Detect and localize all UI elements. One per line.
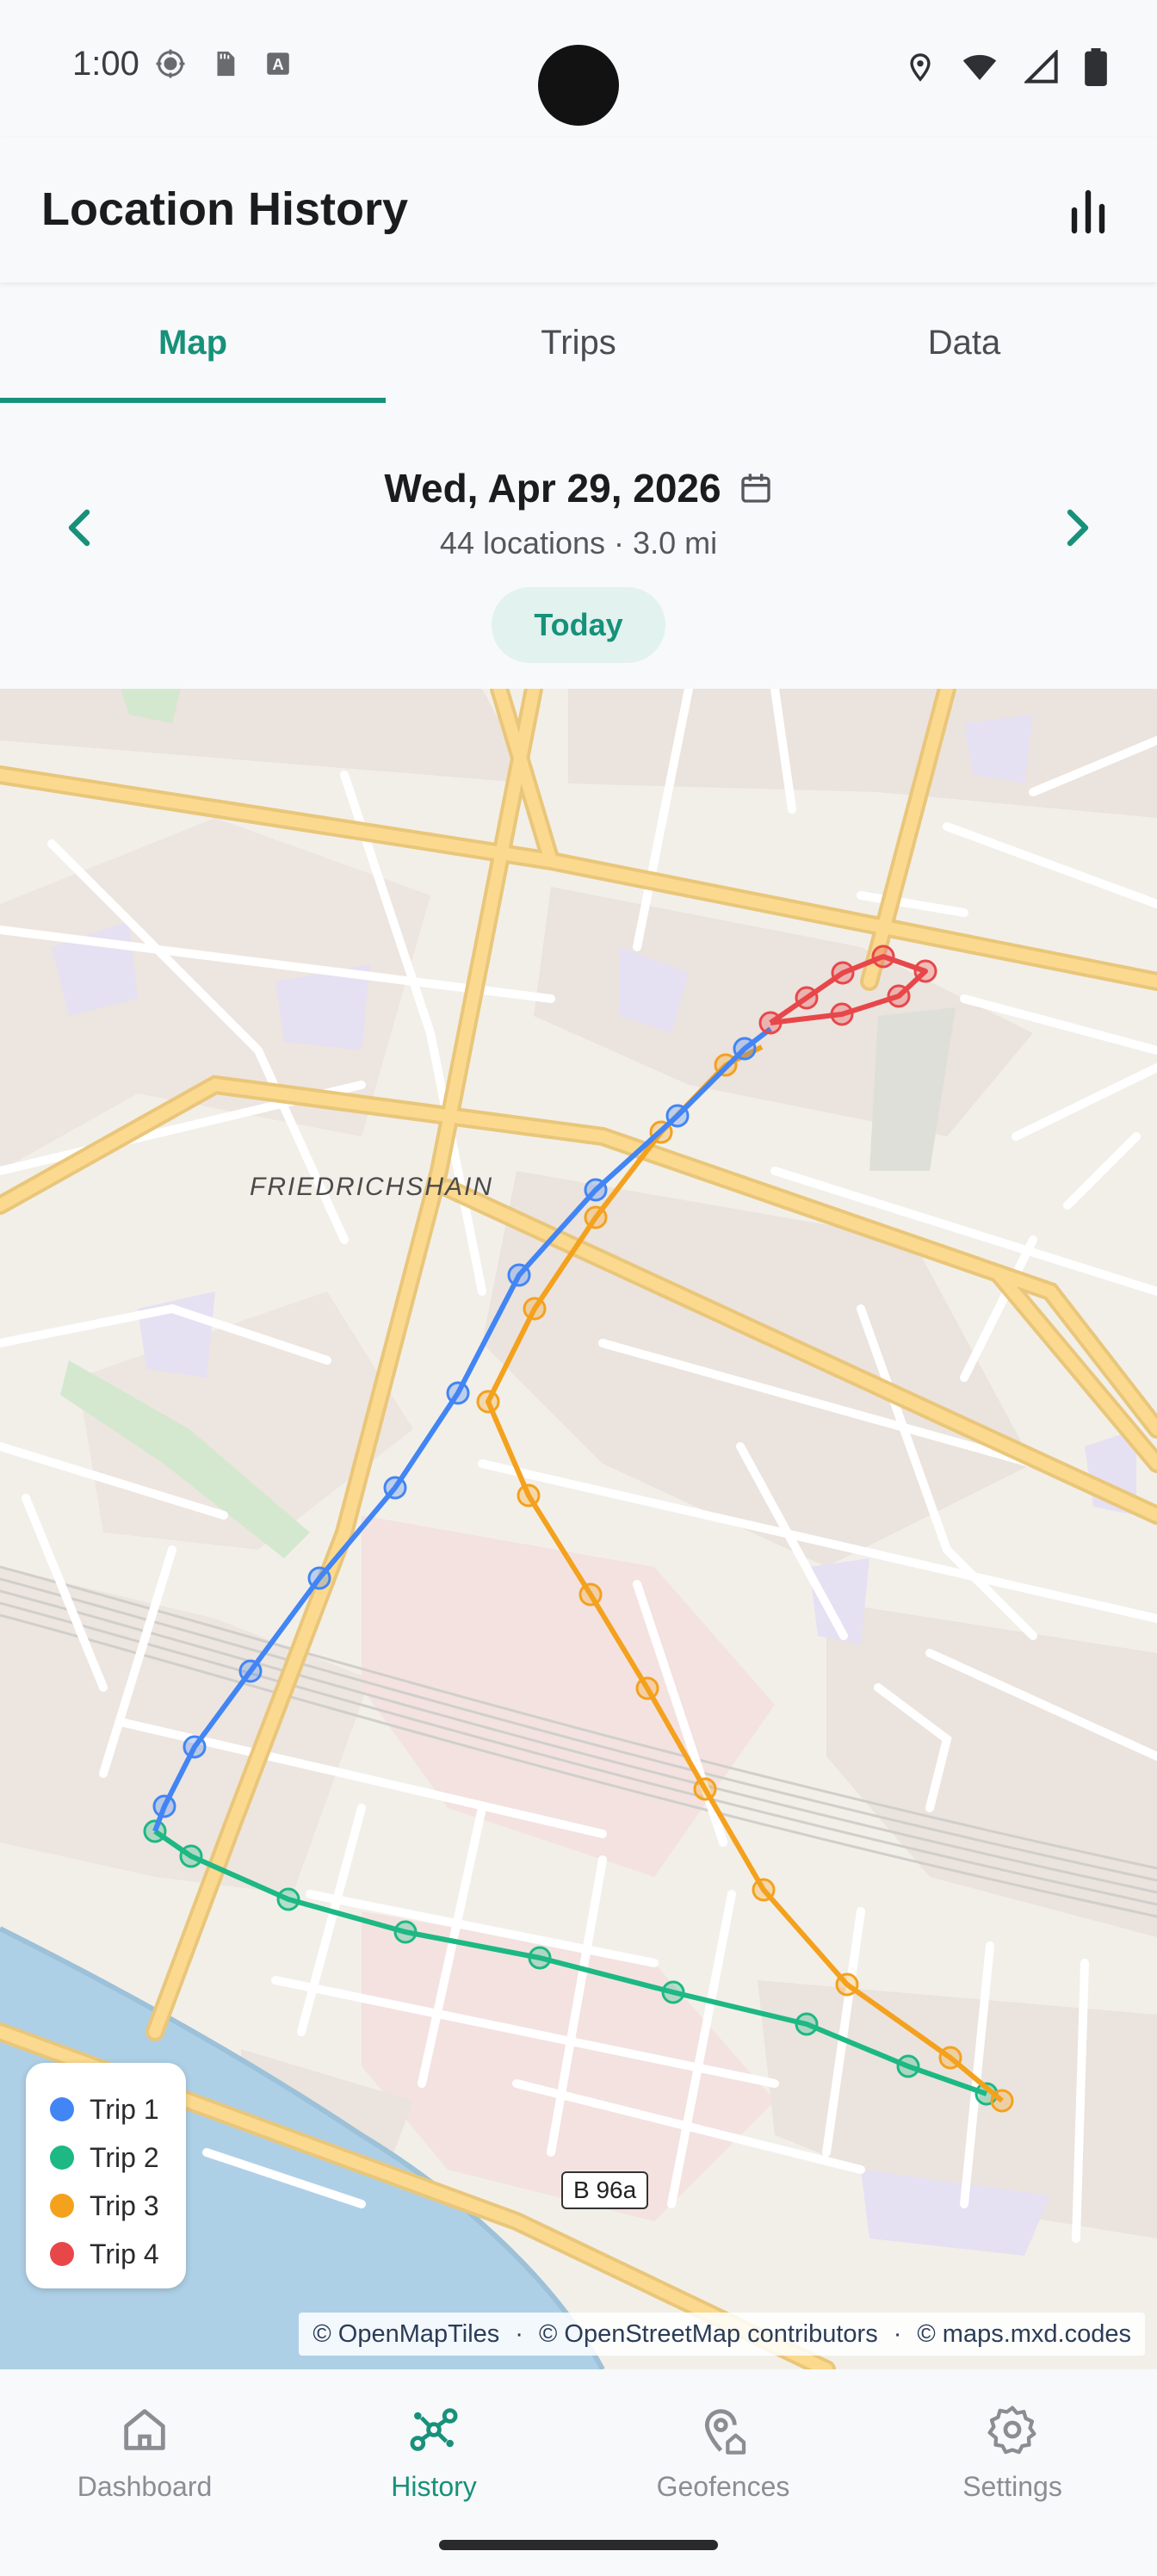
tab-trips[interactable]: Trips [386, 282, 771, 403]
chevron-right-icon [1067, 509, 1089, 547]
attribution-separator: · [515, 2319, 523, 2348]
route-icon [399, 2395, 468, 2464]
sd-card-icon [217, 51, 235, 77]
attribution-link-openmaptiles[interactable]: © OpenMapTiles [312, 2320, 499, 2349]
date-row[interactable]: Wed, Apr 29, 2026 [0, 465, 1157, 511]
tab-bar: Map Trips Data [0, 282, 1157, 403]
tab-map[interactable]: Map [0, 282, 386, 403]
legend-swatch-trip-2 [50, 2146, 74, 2170]
date-navigator: Wed, Apr 29, 2026 44 locations · 3.0 mi … [0, 403, 1157, 689]
legend-item: Trip 1 [50, 2085, 186, 2133]
legend-label: Trip 1 [90, 2093, 159, 2125]
today-button[interactable]: Today [492, 587, 665, 663]
gear-icon [978, 2395, 1047, 2464]
geofence-icon [689, 2395, 758, 2464]
nav-label: Geofences [656, 2471, 790, 2502]
battery-icon [1085, 48, 1107, 86]
status-icons-right [906, 48, 1107, 86]
home-icon [110, 2395, 179, 2464]
legend-item: Trip 4 [50, 2230, 186, 2278]
statistics-button[interactable] [1057, 179, 1119, 241]
location-pin-icon [910, 53, 931, 82]
nav-item-settings[interactable]: Settings [868, 2369, 1157, 2576]
map-attribution: © OpenMapTiles · © OpenStreetMap contrib… [299, 2313, 1145, 2356]
next-day-button[interactable] [1038, 489, 1116, 567]
status-bar: 1:00 A [0, 0, 1157, 138]
page-title: Location History [41, 183, 409, 235]
map-legend: Trip 1 Trip 2 Trip 3 Trip 4 [26, 2063, 186, 2288]
svg-text:A: A [272, 55, 283, 73]
legend-label: Trip 2 [90, 2141, 159, 2173]
keyboard-a-icon: A [267, 53, 289, 75]
attribution-separator: · [893, 2319, 902, 2348]
district-label: FRIEDRICHSHAIN [250, 1173, 494, 1201]
signal-icon [1024, 50, 1058, 84]
legend-swatch-trip-1 [50, 2097, 74, 2121]
legend-item: Trip 2 [50, 2133, 186, 2182]
selected-date: Wed, Apr 29, 2026 [384, 466, 721, 511]
road-shield-label: B 96a [561, 2171, 649, 2209]
status-icons-left: A [155, 48, 293, 79]
legend-label: Trip 4 [90, 2238, 159, 2269]
attribution-link-mxd[interactable]: © maps.mxd.codes [917, 2320, 1131, 2349]
tab-data[interactable]: Data [771, 282, 1157, 403]
home-indicator[interactable] [439, 2540, 718, 2550]
legend-label: Trip 3 [90, 2189, 159, 2221]
camera-cutout [538, 45, 619, 126]
legend-swatch-trip-3 [50, 2194, 74, 2218]
bar-chart-icon [1071, 189, 1105, 234]
nav-label: Dashboard [77, 2471, 213, 2502]
app-bar: Location History [0, 138, 1157, 282]
status-time: 1:00 [72, 45, 139, 83]
wifi-icon [962, 54, 997, 80]
day-summary: 44 locations · 3.0 mi [439, 525, 718, 560]
attribution-link-osm[interactable]: © OpenStreetMap contributors [539, 2320, 878, 2349]
nav-item-dashboard[interactable]: Dashboard [0, 2369, 289, 2576]
nav-label: Settings [962, 2471, 1062, 2502]
nav-label: History [391, 2471, 477, 2502]
calendar-icon [740, 474, 770, 503]
legend-swatch-trip-4 [50, 2242, 74, 2266]
legend-item: Trip 3 [50, 2182, 186, 2230]
map-view[interactable]: FRIEDRICHSHAIN B 96a Trip 1 Trip 2 Trip … [0, 689, 1157, 2369]
location-tracking-icon [156, 49, 185, 78]
